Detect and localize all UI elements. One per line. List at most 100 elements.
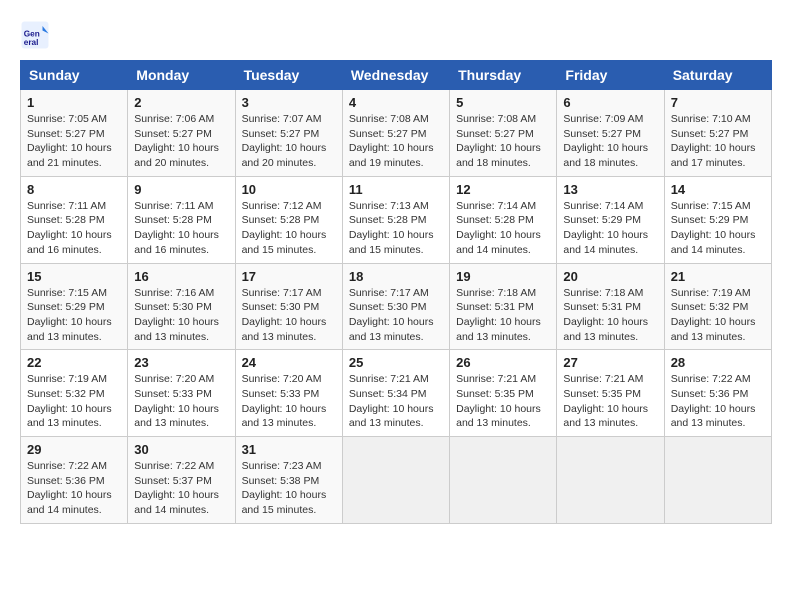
calendar-cell: 30 Sunrise: 7:22 AMSunset: 5:37 PMDayligh…: [128, 437, 235, 524]
calendar-cell: 13Sunrise: 7:14 AMSunset: 5:29 PMDayligh…: [557, 176, 664, 263]
day-info: Sunrise: 7:20 AMSunset: 5:33 PMDaylight:…: [242, 372, 336, 431]
day-number: 19: [456, 269, 550, 284]
day-number: 17: [242, 269, 336, 284]
day-info: Sunrise: 7:10 AMSunset: 5:27 PMDaylight:…: [671, 112, 765, 171]
day-info: Sunrise: 7:21 AMSunset: 5:35 PMDaylight:…: [563, 372, 657, 431]
day-number: 21: [671, 269, 765, 284]
calendar-week-2: 8 Sunrise: 7:11 AMSunset: 5:28 PMDaylight…: [21, 176, 772, 263]
day-number: 20: [563, 269, 657, 284]
day-info: Sunrise: 7:15 AMSunset: 5:29 PMDaylight:…: [27, 286, 121, 345]
day-number: 30: [134, 442, 228, 457]
calendar-cell: 25 Sunrise: 7:21 AMSunset: 5:34 PMDayligh…: [342, 350, 449, 437]
day-info: Sunrise: 7:21 AMSunset: 5:34 PMDaylight:…: [349, 372, 443, 431]
calendar-cell: 7 Sunrise: 7:10 AMSunset: 5:27 PMDaylight…: [664, 90, 771, 177]
calendar-cell: 6 Sunrise: 7:09 AMSunset: 5:27 PMDaylight…: [557, 90, 664, 177]
day-info: Sunrise: 7:08 AMSunset: 5:27 PMDaylight:…: [349, 112, 443, 171]
day-number: 27: [563, 355, 657, 370]
day-number: 3: [242, 95, 336, 110]
calendar-cell: 31 Sunrise: 7:23 AMSunset: 5:38 PMDayligh…: [235, 437, 342, 524]
day-info: Sunrise: 7:19 AMSunset: 5:32 PMDaylight:…: [27, 372, 121, 431]
day-header-wednesday: Wednesday: [342, 61, 449, 90]
calendar-week-5: 29 Sunrise: 7:22 AMSunset: 5:36 PMDayligh…: [21, 437, 772, 524]
day-number: 1: [27, 95, 121, 110]
day-number: 6: [563, 95, 657, 110]
day-number: 26: [456, 355, 550, 370]
calendar-week-1: 1Sunrise: 7:05 AMSunset: 5:27 PMDaylight…: [21, 90, 772, 177]
page-header: Gen eral: [20, 20, 772, 50]
day-info: Sunrise: 7:06 AMSunset: 5:27 PMDaylight:…: [134, 112, 228, 171]
calendar-cell: 14 Sunrise: 7:15 AMSunset: 5:29 PMDayligh…: [664, 176, 771, 263]
day-info: Sunrise: 7:11 AMSunset: 5:28 PMDaylight:…: [134, 199, 228, 258]
day-info: Sunrise: 7:21 AMSunset: 5:35 PMDaylight:…: [456, 372, 550, 431]
day-info: Sunrise: 7:14 AMSunset: 5:28 PMDaylight:…: [456, 199, 550, 258]
calendar-cell: 19 Sunrise: 7:18 AMSunset: 5:31 PMDayligh…: [450, 263, 557, 350]
day-number: 7: [671, 95, 765, 110]
calendar-table: SundayMondayTuesdayWednesdayThursdayFrid…: [20, 60, 772, 524]
day-header-saturday: Saturday: [664, 61, 771, 90]
day-info: Sunrise: 7:22 AMSunset: 5:37 PMDaylight:…: [134, 459, 228, 518]
calendar-cell: 4Sunrise: 7:08 AMSunset: 5:27 PMDaylight…: [342, 90, 449, 177]
day-number: 31: [242, 442, 336, 457]
calendar-cell: 16 Sunrise: 7:16 AMSunset: 5:30 PMDayligh…: [128, 263, 235, 350]
day-info: Sunrise: 7:13 AMSunset: 5:28 PMDaylight:…: [349, 199, 443, 258]
day-number: 23: [134, 355, 228, 370]
calendar-cell: 20 Sunrise: 7:18 AMSunset: 5:31 PMDayligh…: [557, 263, 664, 350]
day-info: Sunrise: 7:23 AMSunset: 5:38 PMDaylight:…: [242, 459, 336, 518]
calendar-cell: [450, 437, 557, 524]
day-number: 9: [134, 182, 228, 197]
calendar-cell: 5 Sunrise: 7:08 AMSunset: 5:27 PMDaylight…: [450, 90, 557, 177]
day-header-sunday: Sunday: [21, 61, 128, 90]
day-number: 28: [671, 355, 765, 370]
day-number: 29: [27, 442, 121, 457]
calendar-cell: [557, 437, 664, 524]
day-info: Sunrise: 7:17 AMSunset: 5:30 PMDaylight:…: [349, 286, 443, 345]
calendar-cell: 17 Sunrise: 7:17 AMSunset: 5:30 PMDayligh…: [235, 263, 342, 350]
day-number: 18: [349, 269, 443, 284]
calendar-cell: 1Sunrise: 7:05 AMSunset: 5:27 PMDaylight…: [21, 90, 128, 177]
day-number: 14: [671, 182, 765, 197]
day-number: 8: [27, 182, 121, 197]
day-number: 10: [242, 182, 336, 197]
svg-text:eral: eral: [24, 38, 39, 47]
day-info: Sunrise: 7:17 AMSunset: 5:30 PMDaylight:…: [242, 286, 336, 345]
day-info: Sunrise: 7:14 AMSunset: 5:29 PMDaylight:…: [563, 199, 657, 258]
calendar-cell: 24Sunrise: 7:20 AMSunset: 5:33 PMDayligh…: [235, 350, 342, 437]
day-header-friday: Friday: [557, 61, 664, 90]
day-number: 25: [349, 355, 443, 370]
calendar-cell: 12 Sunrise: 7:14 AMSunset: 5:28 PMDayligh…: [450, 176, 557, 263]
day-info: Sunrise: 7:09 AMSunset: 5:27 PMDaylight:…: [563, 112, 657, 171]
calendar-cell: 2Sunrise: 7:06 AMSunset: 5:27 PMDaylight…: [128, 90, 235, 177]
calendar-cell: [342, 437, 449, 524]
logo: Gen eral: [20, 20, 54, 50]
calendar-cell: 9 Sunrise: 7:11 AMSunset: 5:28 PMDaylight…: [128, 176, 235, 263]
calendar-cell: [664, 437, 771, 524]
day-info: Sunrise: 7:08 AMSunset: 5:27 PMDaylight:…: [456, 112, 550, 171]
day-info: Sunrise: 7:18 AMSunset: 5:31 PMDaylight:…: [456, 286, 550, 345]
day-info: Sunrise: 7:18 AMSunset: 5:31 PMDaylight:…: [563, 286, 657, 345]
calendar-week-3: 15 Sunrise: 7:15 AMSunset: 5:29 PMDayligh…: [21, 263, 772, 350]
calendar-cell: 29 Sunrise: 7:22 AMSunset: 5:36 PMDayligh…: [21, 437, 128, 524]
day-info: Sunrise: 7:22 AMSunset: 5:36 PMDaylight:…: [27, 459, 121, 518]
day-number: 5: [456, 95, 550, 110]
day-info: Sunrise: 7:19 AMSunset: 5:32 PMDaylight:…: [671, 286, 765, 345]
day-number: 12: [456, 182, 550, 197]
day-info: Sunrise: 7:22 AMSunset: 5:36 PMDaylight:…: [671, 372, 765, 431]
day-info: Sunrise: 7:15 AMSunset: 5:29 PMDaylight:…: [671, 199, 765, 258]
calendar-cell: 8 Sunrise: 7:11 AMSunset: 5:28 PMDaylight…: [21, 176, 128, 263]
day-number: 15: [27, 269, 121, 284]
day-header-monday: Monday: [128, 61, 235, 90]
calendar-week-4: 22Sunrise: 7:19 AMSunset: 5:32 PMDayligh…: [21, 350, 772, 437]
calendar-cell: 23 Sunrise: 7:20 AMSunset: 5:33 PMDayligh…: [128, 350, 235, 437]
day-info: Sunrise: 7:16 AMSunset: 5:30 PMDaylight:…: [134, 286, 228, 345]
day-number: 16: [134, 269, 228, 284]
day-header-row: SundayMondayTuesdayWednesdayThursdayFrid…: [21, 61, 772, 90]
day-info: Sunrise: 7:20 AMSunset: 5:33 PMDaylight:…: [134, 372, 228, 431]
day-info: Sunrise: 7:07 AMSunset: 5:27 PMDaylight:…: [242, 112, 336, 171]
calendar-cell: 15 Sunrise: 7:15 AMSunset: 5:29 PMDayligh…: [21, 263, 128, 350]
calendar-cell: 21 Sunrise: 7:19 AMSunset: 5:32 PMDayligh…: [664, 263, 771, 350]
calendar-cell: 26 Sunrise: 7:21 AMSunset: 5:35 PMDayligh…: [450, 350, 557, 437]
calendar-cell: 22Sunrise: 7:19 AMSunset: 5:32 PMDayligh…: [21, 350, 128, 437]
day-info: Sunrise: 7:12 AMSunset: 5:28 PMDaylight:…: [242, 199, 336, 258]
day-info: Sunrise: 7:11 AMSunset: 5:28 PMDaylight:…: [27, 199, 121, 258]
calendar-cell: 18 Sunrise: 7:17 AMSunset: 5:30 PMDayligh…: [342, 263, 449, 350]
